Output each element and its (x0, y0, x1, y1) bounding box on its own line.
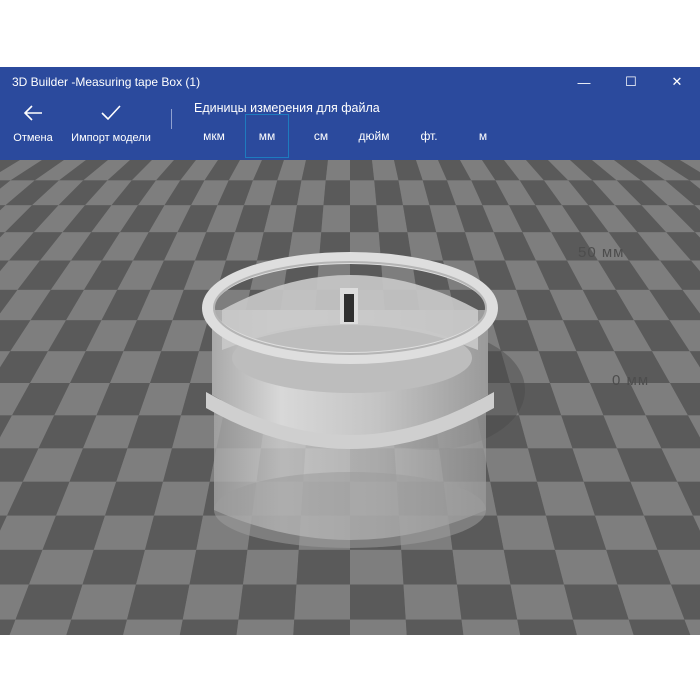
title-bar: 3D Builder -Measuring tape Box (1) — ☐ ✕ (0, 67, 700, 97)
app-window: 3D Builder -Measuring tape Box (1) — ☐ ✕… (0, 67, 700, 635)
import-model-button[interactable]: Импорт модели (66, 103, 156, 144)
toolbar-separator (171, 109, 172, 129)
toolbar: Отмена Импорт модели Единицы измерения д… (0, 97, 700, 160)
unit-millimeter[interactable]: мм (245, 114, 289, 158)
unit-inch[interactable]: дюйм (352, 114, 396, 158)
window-title: 3D Builder -Measuring tape Box (1) (12, 75, 201, 89)
maximize-button[interactable]: ☐ (608, 67, 654, 97)
unit-meter[interactable]: м (461, 114, 505, 158)
minimize-button[interactable]: — (561, 67, 607, 97)
checkmark-icon (101, 105, 121, 121)
3d-viewport[interactable]: 50 мм 0 мм (0, 160, 700, 635)
import-model-label: Импорт модели (71, 132, 151, 144)
cancel-label: Отмена (13, 132, 53, 144)
unit-centimeter[interactable]: см (299, 114, 343, 158)
cancel-button[interactable]: Отмена (10, 103, 56, 144)
measuring-tape-box-model[interactable] (0, 160, 700, 635)
unit-micrometer[interactable]: мкм (192, 114, 236, 158)
units-heading: Единицы измерения для файла (194, 101, 380, 115)
arrow-left-icon (23, 105, 42, 121)
unit-foot[interactable]: фт. (407, 114, 451, 158)
close-button[interactable]: ✕ (654, 67, 700, 97)
